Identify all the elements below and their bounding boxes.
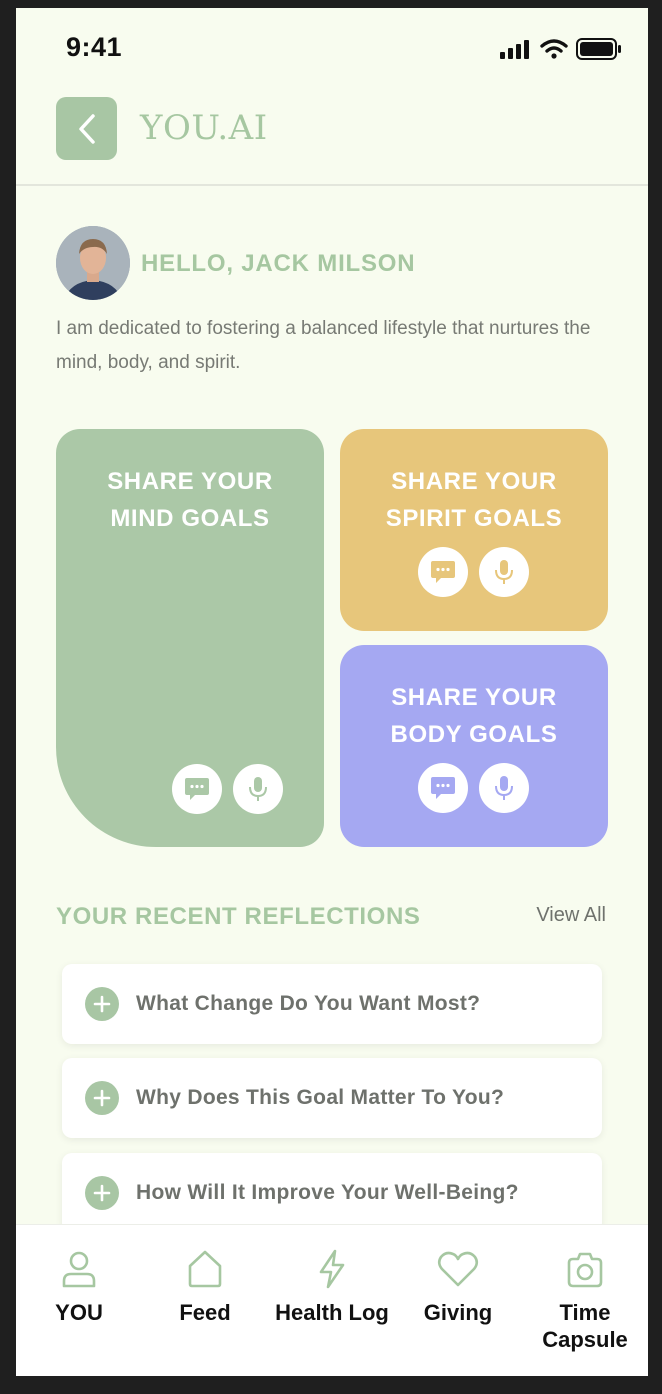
heart-icon (437, 1251, 479, 1287)
voice-button[interactable] (479, 547, 529, 597)
card-title: SHARE YOUR BODY GOALS (340, 645, 608, 753)
nav-item-time-capsule[interactable]: Time Capsule (522, 1249, 648, 1353)
plus-icon[interactable] (85, 1081, 119, 1115)
status-bar: 9:41 (16, 8, 648, 88)
chat-bubble-icon (431, 561, 455, 583)
nav-item-health-log[interactable]: Health Log (269, 1249, 395, 1326)
bio-text: I am dedicated to fostering a balanced l… (56, 318, 591, 373)
user-icon (62, 1251, 96, 1288)
view-all-link[interactable]: View All (536, 904, 606, 927)
voice-button[interactable] (479, 763, 529, 813)
plus-icon[interactable] (85, 987, 119, 1021)
greeting: HELLO, JACK MILSON (141, 250, 416, 277)
card-title: SHARE YOUR MIND GOALS (56, 429, 324, 537)
status-icons (500, 38, 622, 60)
nav-label: YOU (55, 1300, 103, 1325)
card-title: SHARE YOUR SPIRIT GOALS (340, 429, 608, 537)
bottom-nav: YOU Feed Health Log Giving Time Capsule (16, 1224, 648, 1376)
app-screen: 9:41 YOU.AI HELLO, JACK MILSON I am dedi… (16, 8, 648, 1376)
card-title-line: SHARE YOUR (107, 468, 273, 495)
reflection-label: Why Does This Goal Matter To You? (136, 1086, 505, 1109)
reflection-item[interactable]: Why Does This Goal Matter To You? (62, 1058, 602, 1138)
reflection-item[interactable]: What Change Do You Want Most? (62, 964, 602, 1044)
mind-goals-card[interactable]: SHARE YOUR MIND GOALS (56, 429, 324, 847)
reflection-item[interactable]: How Will It Improve Your Well-Being? (62, 1153, 602, 1233)
nav-item-feed[interactable]: Feed (142, 1249, 268, 1326)
voice-button[interactable] (233, 764, 283, 814)
microphone-icon (249, 777, 267, 801)
back-button[interactable] (56, 97, 117, 160)
chat-bubble-icon (431, 777, 455, 799)
card-actions (418, 547, 529, 597)
chat-button[interactable] (418, 547, 468, 597)
card-title-line: SPIRIT GOALS (385, 505, 563, 532)
nav-label: Giving (423, 1300, 493, 1325)
camera-icon (567, 1252, 603, 1288)
reflection-label: How Will It Improve Your Well-Being? (136, 1181, 519, 1204)
user-photo (56, 226, 130, 300)
chevron-left-icon (78, 113, 95, 144)
nav-item-you[interactable]: YOU (16, 1249, 142, 1326)
chat-button[interactable] (418, 763, 468, 813)
status-time: 9:41 (66, 32, 123, 62)
chat-button[interactable] (172, 764, 222, 814)
card-actions (418, 763, 529, 813)
nav-label: Health Log (275, 1300, 389, 1325)
reflections-title: YOUR RECENT REFLECTIONS (56, 903, 421, 930)
card-title-line: SHARE YOUR (391, 684, 557, 711)
app-header: YOU.AI (16, 96, 648, 186)
signal-icon (500, 40, 529, 59)
spirit-goals-card[interactable]: SHARE YOUR SPIRIT GOALS (340, 429, 608, 631)
microphone-icon (495, 776, 513, 800)
nav-item-giving[interactable]: Giving (395, 1249, 521, 1326)
chat-bubble-icon (185, 778, 209, 800)
nav-label: Feed (179, 1300, 231, 1325)
nav-label: Time Capsule (542, 1300, 628, 1352)
battery-icon (576, 38, 621, 60)
card-actions (172, 764, 283, 814)
wifi-icon (540, 39, 568, 59)
reflection-label: What Change Do You Want Most? (136, 992, 481, 1015)
lightning-icon (319, 1249, 345, 1289)
home-icon (188, 1250, 222, 1288)
app-title: YOU.AI (140, 108, 268, 148)
plus-icon[interactable] (85, 1176, 119, 1210)
body-goals-card[interactable]: SHARE YOUR BODY GOALS (340, 645, 608, 847)
card-title-line: MIND GOALS (110, 505, 270, 532)
avatar[interactable] (56, 226, 130, 300)
card-title-line: BODY GOALS (390, 721, 558, 748)
card-title-line: SHARE YOUR (391, 468, 557, 495)
microphone-icon (495, 560, 513, 584)
